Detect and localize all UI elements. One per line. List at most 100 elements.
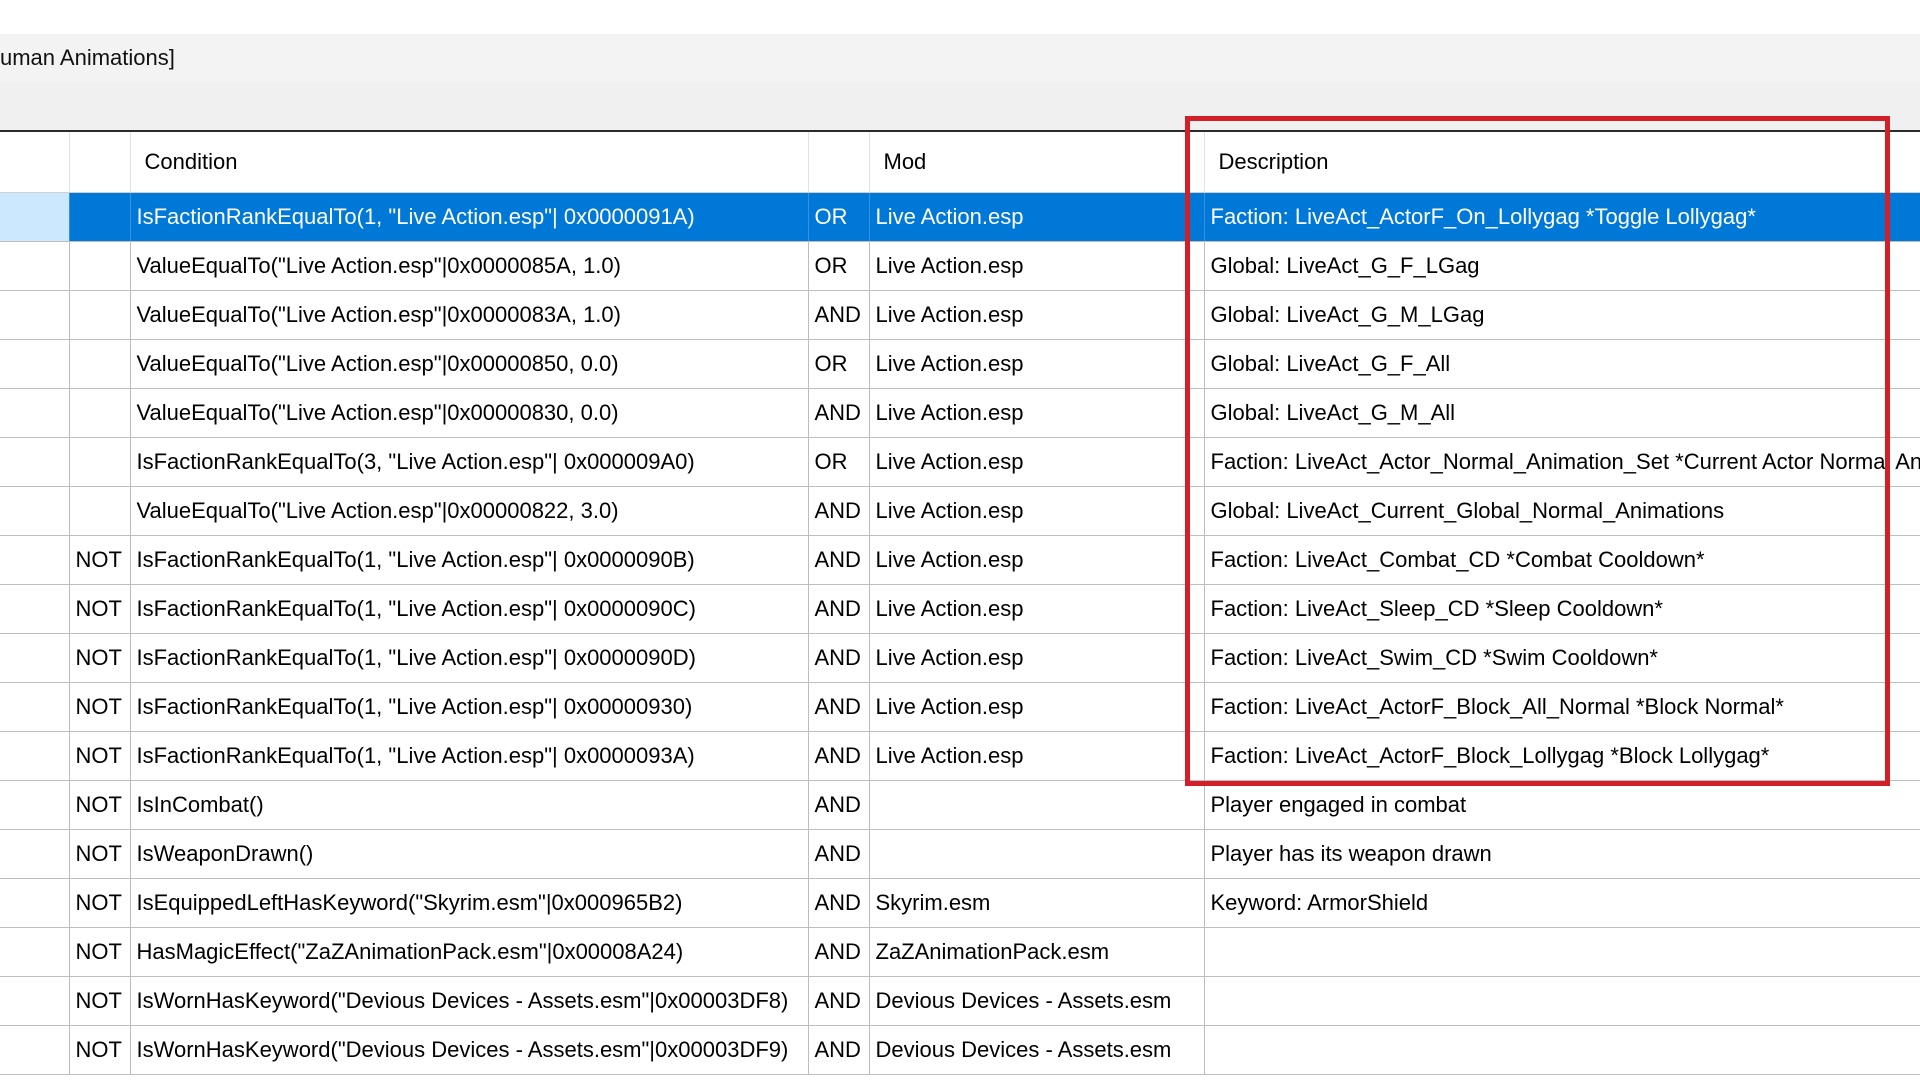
row-header[interactable] (0, 339, 70, 389)
row-header[interactable] (0, 780, 70, 830)
cell-not[interactable]: NOT (69, 976, 131, 1026)
row-header[interactable] (0, 290, 70, 340)
cell-mod[interactable] (869, 780, 1205, 830)
table-row[interactable]: ValueEqualTo("Live Action.esp"|0x0000085… (0, 339, 1920, 389)
cell-description[interactable]: Faction: LiveAct_ActorF_On_Lollygag *Tog… (1204, 192, 1920, 242)
cell-condition[interactable]: ValueEqualTo("Live Action.esp"|0x0000083… (130, 290, 809, 340)
cell-description[interactable]: Player has its weapon drawn (1204, 829, 1920, 879)
cell-not[interactable]: NOT (69, 878, 131, 928)
cell-condition[interactable]: ValueEqualTo("Live Action.esp"|0x0000085… (130, 241, 809, 291)
cell-mod[interactable]: Live Action.esp (869, 290, 1205, 340)
cell-not[interactable]: NOT (69, 682, 131, 732)
cell-operator[interactable]: AND (808, 1025, 870, 1075)
cell-condition[interactable]: IsFactionRankEqualTo(1, "Live Action.esp… (130, 633, 809, 683)
cell-condition[interactable]: IsFactionRankEqualTo(3, "Live Action.esp… (130, 437, 809, 487)
cell-condition[interactable]: IsFactionRankEqualTo(1, "Live Action.esp… (130, 682, 809, 732)
row-header[interactable] (0, 388, 70, 438)
cell-operator[interactable]: AND (808, 486, 870, 536)
row-header[interactable] (0, 1025, 70, 1075)
table-row[interactable]: ValueEqualTo("Live Action.esp"|0x0000082… (0, 486, 1920, 536)
cell-description[interactable] (1204, 976, 1920, 1026)
cell-not[interactable] (69, 192, 131, 242)
cell-condition[interactable]: ValueEqualTo("Live Action.esp"|0x0000085… (130, 339, 809, 389)
cell-condition[interactable]: ValueEqualTo("Live Action.esp"|0x0000082… (130, 486, 809, 536)
cell-mod[interactable]: Live Action.esp (869, 731, 1205, 781)
cell-description[interactable] (1204, 1025, 1920, 1075)
cell-mod[interactable]: Live Action.esp (869, 633, 1205, 683)
cell-description[interactable] (1204, 927, 1920, 977)
cell-description[interactable]: Faction: LiveAct_ActorF_Block_All_Normal… (1204, 682, 1920, 732)
cell-not[interactable]: NOT (69, 1025, 131, 1075)
cell-not[interactable]: NOT (69, 927, 131, 977)
cell-condition[interactable]: HasMagicEffect("ZaZAnimationPack.esm"|0x… (130, 927, 809, 977)
table-row[interactable]: NOT IsWornHasKeyword("Devious Devices - A… (0, 1025, 1920, 1075)
cell-mod[interactable]: Live Action.esp (869, 241, 1205, 291)
cell-operator[interactable]: AND (808, 878, 870, 928)
cell-description[interactable]: Faction: LiveAct_Sleep_CD *Sleep Cooldow… (1204, 584, 1920, 634)
table-row[interactable]: ValueEqualTo("Live Action.esp"|0x0000085… (0, 241, 1920, 291)
row-header[interactable] (0, 192, 70, 242)
cell-condition[interactable]: ValueEqualTo("Live Action.esp"|0x0000083… (130, 388, 809, 438)
row-header[interactable] (0, 976, 70, 1026)
cell-description[interactable]: Player engaged in combat (1204, 780, 1920, 830)
table-row[interactable]: NOT IsFactionRankEqualTo(1, "Live Action.… (0, 633, 1920, 683)
cell-description[interactable]: Global: LiveAct_G_M_All (1204, 388, 1920, 438)
table-row[interactable]: NOT IsFactionRankEqualTo(1, "Live Action.… (0, 584, 1920, 634)
cell-mod[interactable]: Live Action.esp (869, 584, 1205, 634)
table-row[interactable]: NOT IsEquippedLeftHasKeyword("Skyrim.esm"… (0, 878, 1920, 928)
table-row[interactable]: NOT HasMagicEffect("ZaZAnimationPack.esm"… (0, 927, 1920, 977)
cell-mod[interactable]: Devious Devices - Assets.esm (869, 1025, 1205, 1075)
cell-mod[interactable]: ZaZAnimationPack.esm (869, 927, 1205, 977)
cell-description[interactable]: Faction: LiveAct_Swim_CD *Swim Cooldown* (1204, 633, 1920, 683)
cell-operator[interactable]: AND (808, 535, 870, 585)
column-header-not[interactable] (69, 132, 131, 193)
cell-operator[interactable]: AND (808, 780, 870, 830)
row-header[interactable] (0, 682, 70, 732)
cell-description[interactable]: Global: LiveAct_G_F_LGag (1204, 241, 1920, 291)
cell-not[interactable]: NOT (69, 535, 131, 585)
cell-not[interactable]: NOT (69, 633, 131, 683)
cell-description[interactable]: Global: LiveAct_G_M_LGag (1204, 290, 1920, 340)
row-header[interactable] (0, 486, 70, 536)
table-row[interactable]: NOT IsWornHasKeyword("Devious Devices - A… (0, 976, 1920, 1026)
column-header-mod[interactable]: Mod (869, 132, 1205, 193)
conditions-grid[interactable]: Condition Mod Description IsFactionRankE… (0, 132, 1920, 1080)
column-header-condition[interactable]: Condition (130, 132, 809, 193)
cell-mod[interactable]: Live Action.esp (869, 339, 1205, 389)
cell-operator[interactable]: OR (808, 241, 870, 291)
table-row[interactable]: NOT IsWeaponDrawn() AND Player has its weap… (0, 829, 1920, 879)
cell-mod[interactable]: Live Action.esp (869, 192, 1205, 242)
row-header-corner[interactable] (0, 132, 70, 193)
cell-operator[interactable]: OR (808, 437, 870, 487)
column-header-description[interactable]: Description (1204, 132, 1920, 193)
cell-condition[interactable]: IsFactionRankEqualTo(1, "Live Action.esp… (130, 192, 809, 242)
cell-condition[interactable]: IsInCombat() (130, 780, 809, 830)
table-row[interactable]: NOT IsFactionRankEqualTo(1, "Live Action.… (0, 731, 1920, 781)
cell-operator[interactable]: OR (808, 192, 870, 242)
table-row[interactable]: NOT IsInCombat() AND Player engaged in comb… (0, 780, 1920, 830)
cell-description[interactable]: Global: LiveAct_G_F_All (1204, 339, 1920, 389)
cell-not[interactable] (69, 241, 131, 291)
cell-mod[interactable] (869, 829, 1205, 879)
table-row[interactable]: NOT IsFactionRankEqualTo(1, "Live Action.… (0, 535, 1920, 585)
cell-operator[interactable]: AND (808, 388, 870, 438)
cell-condition[interactable]: IsWornHasKeyword("Devious Devices - Asse… (130, 976, 809, 1026)
cell-not[interactable] (69, 388, 131, 438)
table-row[interactable]: ValueEqualTo("Live Action.esp"|0x0000083… (0, 388, 1920, 438)
row-header[interactable] (0, 241, 70, 291)
row-header[interactable] (0, 633, 70, 683)
cell-description[interactable]: Faction: LiveAct_Combat_CD *Combat Coold… (1204, 535, 1920, 585)
cell-not[interactable] (69, 290, 131, 340)
cell-operator[interactable]: OR (808, 339, 870, 389)
cell-not[interactable] (69, 437, 131, 487)
cell-condition[interactable]: IsFactionRankEqualTo(1, "Live Action.esp… (130, 731, 809, 781)
row-header[interactable] (0, 535, 70, 585)
cell-description[interactable]: Faction: LiveAct_Actor_Normal_Animation_… (1204, 437, 1920, 487)
cell-mod[interactable]: Live Action.esp (869, 535, 1205, 585)
cell-not[interactable]: NOT (69, 829, 131, 879)
cell-condition[interactable]: IsFactionRankEqualTo(1, "Live Action.esp… (130, 535, 809, 585)
cell-mod[interactable]: Devious Devices - Assets.esm (869, 976, 1205, 1026)
row-header[interactable] (0, 927, 70, 977)
column-header-operator[interactable] (808, 132, 870, 193)
cell-not[interactable] (69, 486, 131, 536)
